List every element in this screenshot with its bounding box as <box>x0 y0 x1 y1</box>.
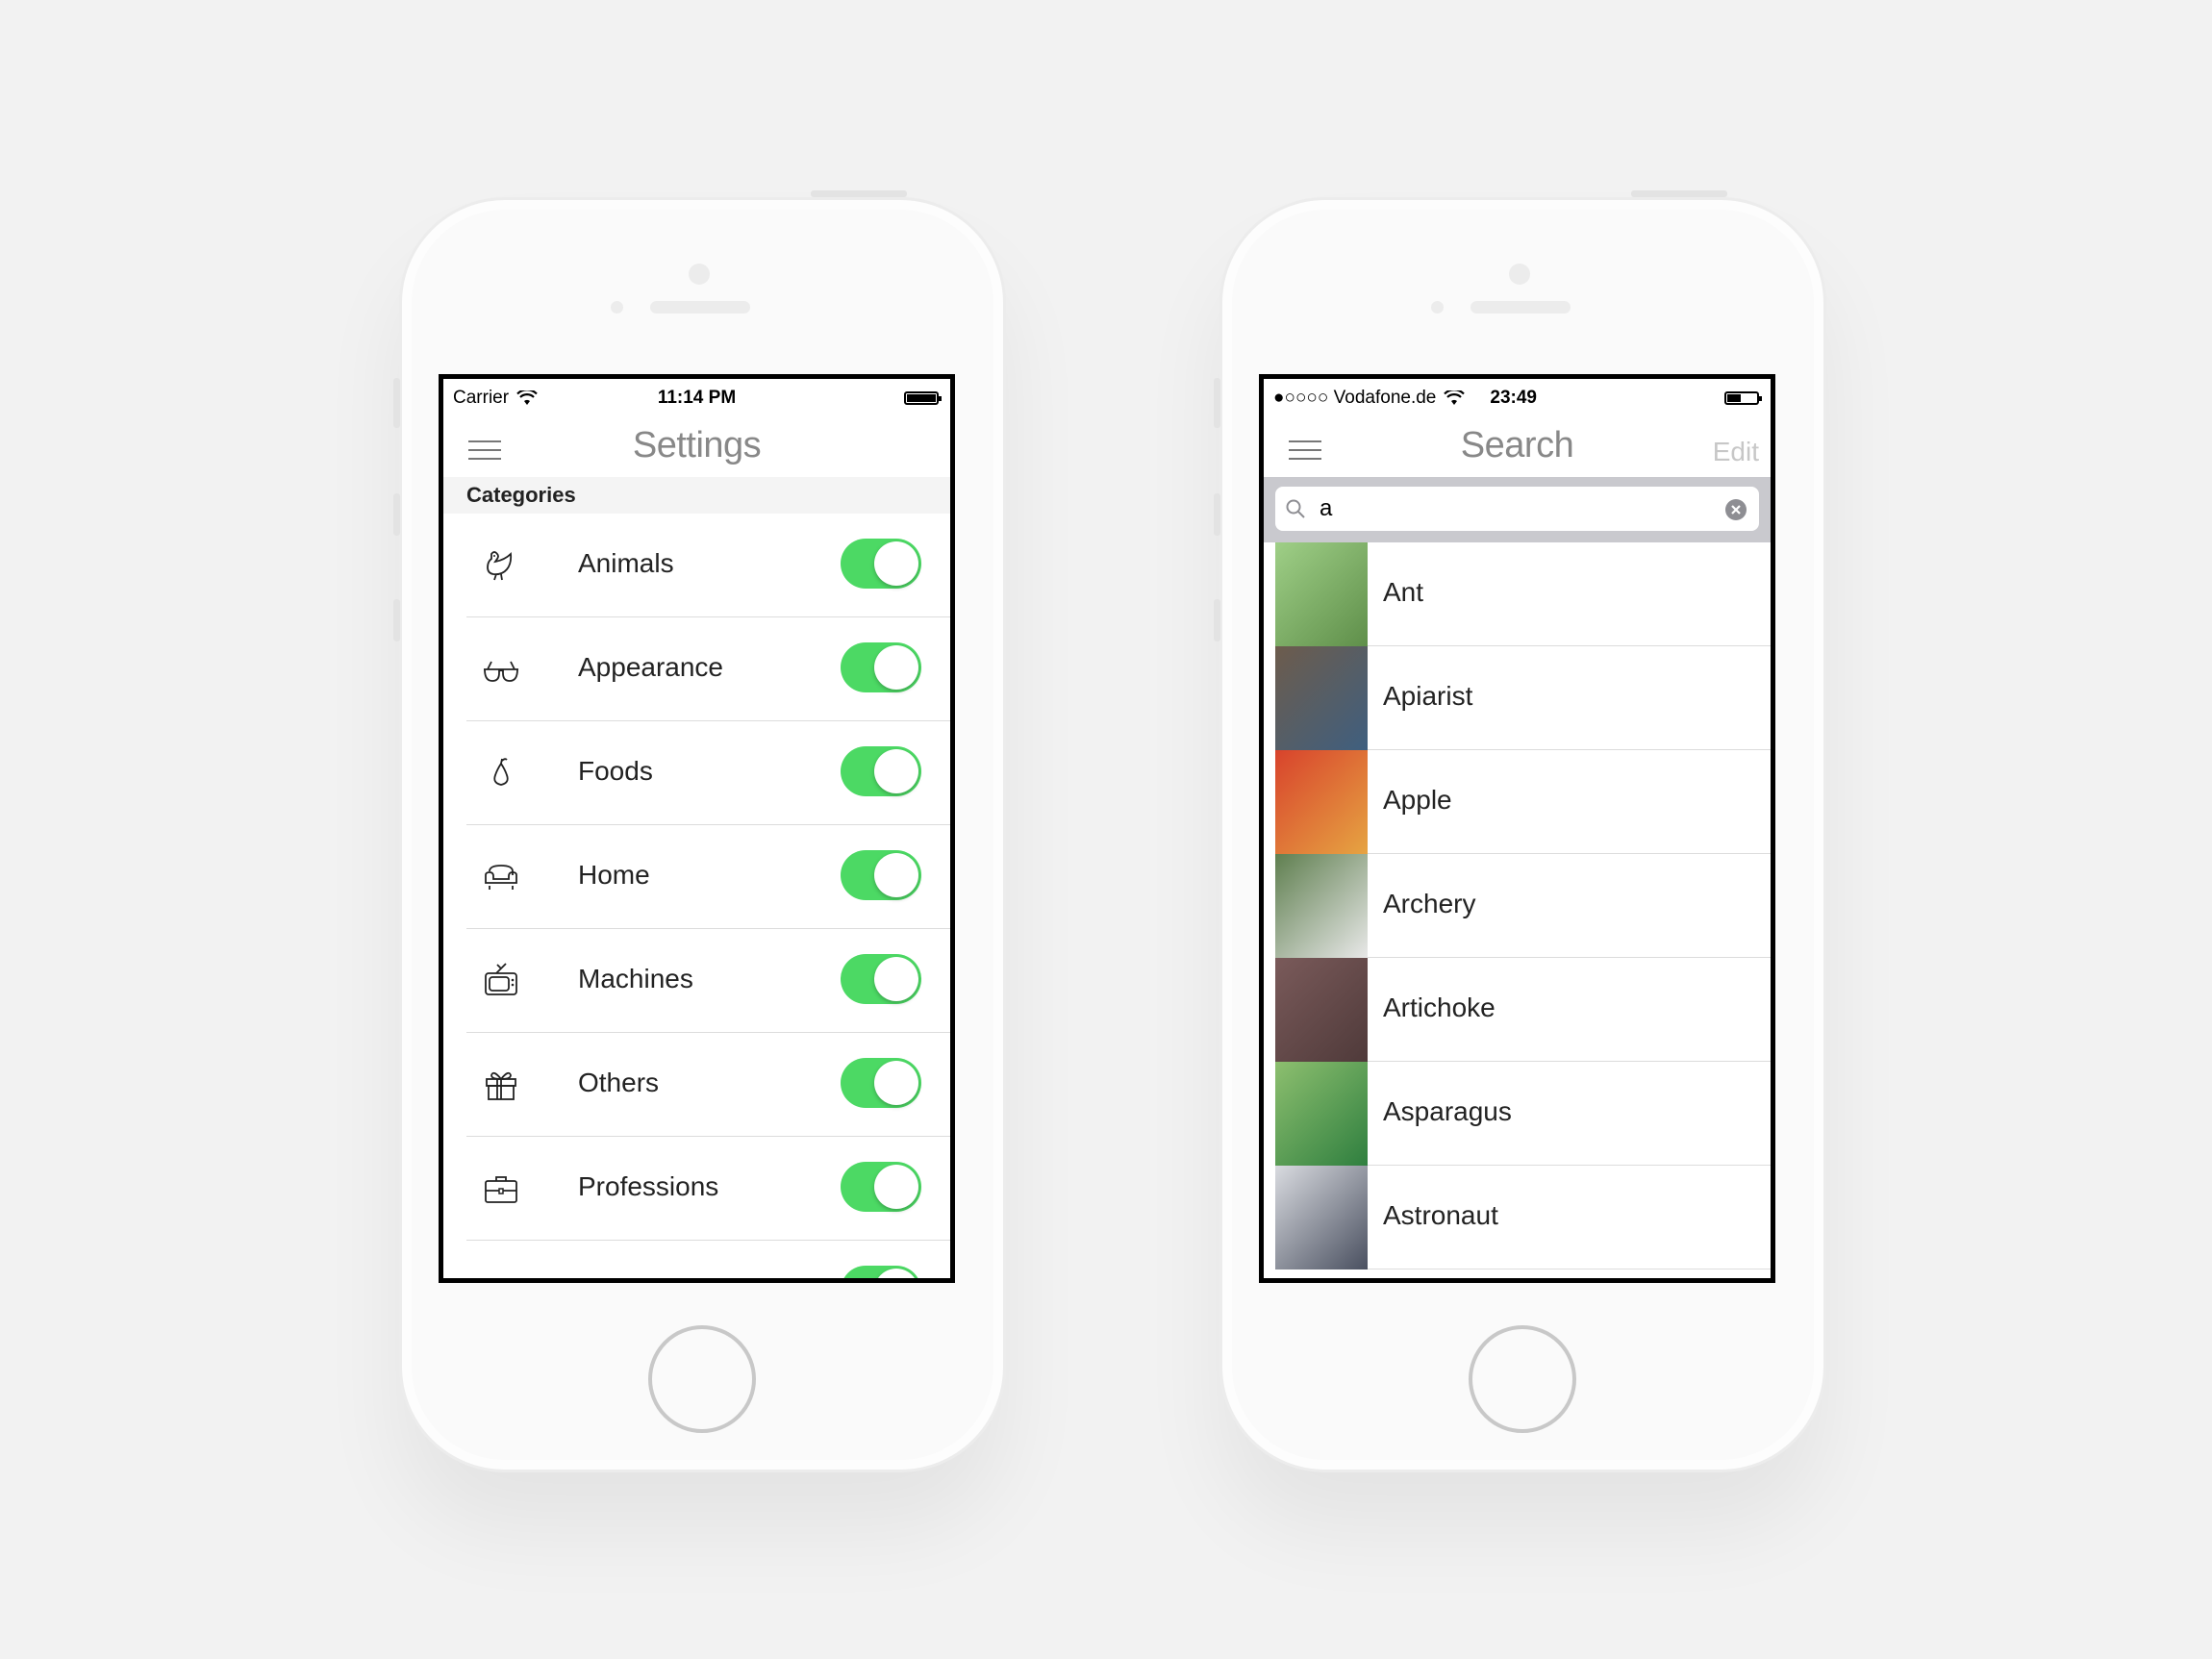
ball-icon <box>482 1273 520 1278</box>
search-input[interactable]: a <box>1275 487 1759 531</box>
result-row[interactable]: Astronaut <box>1264 1166 1771 1269</box>
result-row[interactable]: Artichoke <box>1264 958 1771 1062</box>
result-thumbnail <box>1275 854 1368 958</box>
home-button[interactable] <box>648 1325 756 1433</box>
proximity-sensor <box>611 301 623 314</box>
setting-row-partial[interactable] <box>443 1241 950 1278</box>
result-thumbnail <box>1275 958 1368 1062</box>
category-toggle[interactable] <box>841 746 921 796</box>
clear-icon[interactable] <box>1724 498 1747 521</box>
category-toggle[interactable] <box>841 954 921 1004</box>
result-label: Astronaut <box>1383 1200 1498 1230</box>
category-toggle[interactable] <box>841 642 921 692</box>
result-thumbnail <box>1275 1062 1368 1166</box>
setting-label: Home <box>578 860 650 890</box>
setting-label: Machines <box>578 964 693 993</box>
battery-icon <box>904 391 942 405</box>
phone-left: Carrier 11:14 PM Settings Categories Ani… <box>393 190 1006 1472</box>
search-bar: a <box>1264 477 1771 542</box>
settings-list: Animals Appearance Foods Home Machines O… <box>443 514 950 1278</box>
page-title: Search <box>1460 425 1574 465</box>
result-thumbnail <box>1275 750 1368 854</box>
category-toggle[interactable] <box>841 1162 921 1212</box>
status-time: 23:49 <box>1490 388 1537 408</box>
tv-icon <box>485 963 517 995</box>
wifi-icon <box>1444 390 1466 405</box>
category-toggle[interactable] <box>841 539 921 589</box>
result-thumbnail <box>1275 646 1368 750</box>
setting-row-professions[interactable]: Professions <box>443 1137 950 1241</box>
edit-button[interactable]: Edit <box>1713 437 1759 467</box>
result-label: Artichoke <box>1383 993 1496 1022</box>
setting-label: Foods <box>578 756 653 786</box>
nav-bar: Settings <box>443 415 950 477</box>
gift-icon <box>486 1071 516 1100</box>
setting-label: Others <box>578 1068 660 1097</box>
result-row[interactable]: Apiarist <box>1264 646 1771 750</box>
result-label: Apple <box>1383 785 1452 815</box>
mute-switch <box>393 378 400 428</box>
glasses-icon <box>484 661 518 682</box>
result-row[interactable]: Archery <box>1264 854 1771 958</box>
page-title: Settings <box>632 425 762 465</box>
front-camera <box>1509 264 1530 285</box>
status-bar: Carrier 11:14 PM <box>443 379 950 415</box>
earpiece-speaker <box>650 301 750 314</box>
power-button <box>811 190 907 197</box>
category-toggle[interactable] <box>841 850 921 900</box>
setting-label: Animals <box>578 548 674 578</box>
search-icon <box>1286 499 1305 518</box>
screen: Carrier 11:14 PM Settings Categories Ani… <box>439 374 955 1283</box>
volume-up-button <box>1214 493 1220 536</box>
proximity-sensor <box>1431 301 1444 314</box>
briefcase-icon <box>485 1176 517 1203</box>
result-label: Asparagus <box>1383 1096 1512 1126</box>
search-value: a <box>1320 495 1333 521</box>
carrier-label: ●○○○○ Vodafone.de <box>1273 388 1437 408</box>
result-row[interactable]: Ant <box>1264 542 1771 646</box>
result-thumbnail <box>1275 1166 1368 1269</box>
home-button[interactable] <box>1469 1325 1576 1433</box>
section-header-label: Categories <box>466 483 576 507</box>
results-list: Ant Apiarist Apple Archery Artichoke Asparagu… <box>1264 542 1771 1269</box>
result-label: Archery <box>1383 889 1476 918</box>
result-row[interactable]: Asparagus <box>1264 1062 1771 1166</box>
setting-label: Appearance <box>578 652 724 682</box>
mute-switch <box>1214 378 1220 428</box>
armchair-icon <box>485 865 517 890</box>
chicken-icon <box>487 551 513 581</box>
nav-bar: Search Edit <box>1264 415 1771 477</box>
category-toggle[interactable] <box>841 1266 921 1278</box>
screen: ●○○○○ Vodafone.de 23:49 Search Edit a An… <box>1259 374 1775 1283</box>
setting-row-home[interactable]: Home <box>443 825 950 929</box>
status-bar: ●○○○○ Vodafone.de 23:49 <box>1264 379 1771 415</box>
earpiece-speaker <box>1470 301 1571 314</box>
power-button <box>1631 190 1727 197</box>
setting-row-appearance[interactable]: Appearance <box>443 617 950 721</box>
phone-right: ●○○○○ Vodafone.de 23:49 Search Edit a An… <box>1214 190 1826 1472</box>
status-time: 11:14 PM <box>657 388 737 408</box>
result-label: Ant <box>1383 577 1424 607</box>
volume-down-button <box>1214 599 1220 641</box>
result-thumbnail <box>1275 542 1368 646</box>
setting-label: Professions <box>578 1171 719 1201</box>
setting-row-others[interactable]: Others <box>443 1033 950 1137</box>
result-label: Apiarist <box>1383 681 1473 711</box>
setting-row-machines[interactable]: Machines <box>443 929 950 1033</box>
section-header: Categories <box>443 477 950 514</box>
volume-up-button <box>393 493 400 536</box>
setting-row-foods[interactable]: Foods <box>443 721 950 825</box>
battery-icon <box>1724 391 1762 405</box>
category-toggle[interactable] <box>841 1058 921 1108</box>
front-camera <box>689 264 710 285</box>
result-row[interactable]: Apple <box>1264 750 1771 854</box>
volume-down-button <box>393 599 400 641</box>
pear-icon <box>493 758 509 786</box>
setting-row-animals[interactable]: Animals <box>443 514 950 617</box>
